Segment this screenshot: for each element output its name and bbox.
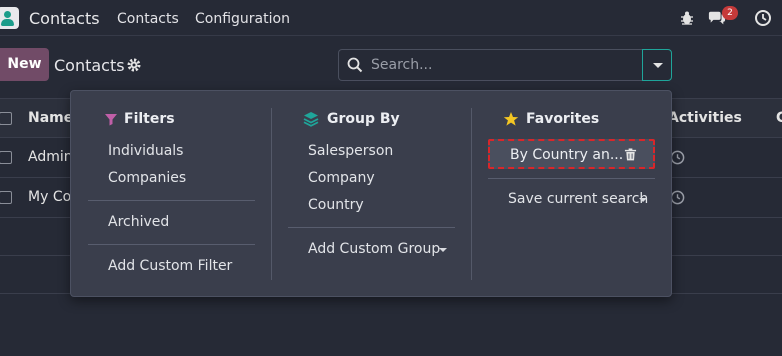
gear-icon[interactable]: [126, 57, 142, 73]
save-current-search-toggle[interactable]: Save current search: [508, 191, 653, 211]
column-separator: [471, 108, 472, 280]
activity-clock-icon[interactable]: [670, 190, 685, 205]
row-name: Admin: [28, 149, 73, 165]
messages-badge: 2: [722, 6, 738, 20]
filter-companies[interactable]: Companies: [108, 170, 186, 186]
select-all-checkbox[interactable]: [0, 112, 12, 125]
column-separator: [271, 108, 272, 280]
filters-divider: [88, 200, 255, 201]
group-by-country[interactable]: Country: [308, 197, 364, 213]
favorite-item-by-country[interactable]: By Country an...: [488, 139, 655, 169]
add-custom-group-label: Add Custom Group: [308, 241, 441, 257]
filter-icon: [105, 114, 117, 126]
search-icon: [347, 57, 363, 73]
row-checkbox[interactable]: [0, 151, 12, 164]
layers-icon: [303, 112, 319, 127]
chevron-down-icon: [439, 248, 447, 252]
filters-divider: [88, 244, 255, 245]
group-by-title: Group By: [327, 111, 400, 127]
contacts-app-icon[interactable]: [0, 7, 19, 29]
menu-item-configuration[interactable]: Configuration: [195, 11, 290, 27]
clock-icon[interactable]: [754, 9, 772, 27]
favorites-title: Favorites: [526, 111, 600, 127]
new-button[interactable]: New: [0, 48, 49, 81]
favorite-item-label: By Country an...: [510, 147, 624, 163]
activity-clock-icon[interactable]: [670, 150, 685, 165]
page-title: Contacts: [54, 56, 125, 75]
search-box: [338, 49, 644, 81]
search-input[interactable]: [371, 54, 631, 76]
favorites-divider: [488, 178, 655, 179]
row-checkbox[interactable]: [0, 191, 12, 204]
column-header-activities[interactable]: Activities: [668, 110, 742, 126]
search-panel-dropdown: Filters Individuals Companies Archived A…: [70, 90, 672, 297]
app-name[interactable]: Contacts: [29, 9, 100, 28]
filter-individuals[interactable]: Individuals: [108, 143, 183, 159]
search-panel-toggle[interactable]: [642, 49, 672, 81]
add-custom-filter[interactable]: Add Custom Filter: [108, 258, 232, 274]
save-current-search-label: Save current search: [508, 191, 649, 207]
chevron-down-icon: [639, 198, 647, 202]
group-by-company[interactable]: Company: [308, 170, 375, 186]
column-header-more[interactable]: C: [776, 110, 782, 126]
group-by-salesperson[interactable]: Salesperson: [308, 143, 393, 159]
top-navbar: Contacts Contacts Configuration 2: [0, 0, 782, 36]
group-by-divider: [288, 227, 455, 228]
filters-title: Filters: [124, 111, 175, 127]
column-header-name[interactable]: Name: [28, 110, 73, 126]
bug-icon[interactable]: [678, 9, 696, 27]
trash-icon[interactable]: [624, 148, 637, 161]
chevron-down-icon: [653, 63, 663, 68]
row-name: My Co: [28, 189, 72, 205]
add-custom-group-select[interactable]: Add Custom Group: [308, 241, 448, 261]
menu-item-contacts[interactable]: Contacts: [117, 11, 179, 27]
star-icon: [503, 112, 519, 126]
filter-archived[interactable]: Archived: [108, 214, 169, 230]
